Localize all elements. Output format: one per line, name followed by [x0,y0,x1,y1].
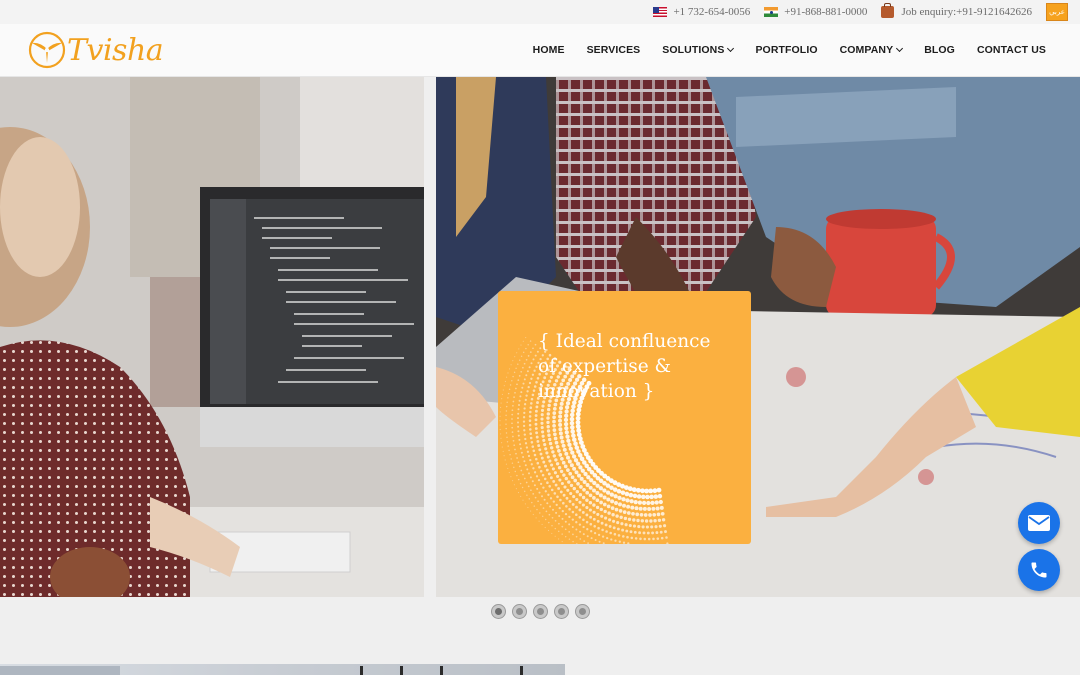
briefcase-icon [881,3,895,18]
nav-solutions-label: SOLUTIONS [662,44,725,56]
email-float-button[interactable] [1018,502,1060,544]
top-contact-bar: +1 732-654-0056 +91-868-881-0000 Job enq… [0,0,1080,24]
phone-icon [1031,562,1047,578]
slider-dot-3[interactable] [534,605,547,618]
nav-services[interactable]: SERVICES [587,44,641,56]
site-logo[interactable]: Tvisha [27,30,164,70]
caption-line-1: { Ideal confluence [538,331,711,352]
nav-home-label: HOME [532,44,565,56]
nav-contact-label: CONTACT US [976,44,1046,56]
slider-dot-4[interactable] [555,605,568,618]
caption-line-3: innovation } [538,381,655,402]
hero-slide-image-developer [0,77,424,597]
nav-blog[interactable]: BLOG [924,44,955,56]
india-phone-link[interactable]: +91-868-881-0000 [764,6,867,18]
nav-portfolio-label: PORTFOLIO [755,44,818,56]
slider-dot-5[interactable] [576,605,589,618]
us-flag-icon [653,7,668,17]
nav-home[interactable]: HOME [533,44,565,56]
india-phone-text: +91-868-881-0000 [784,6,868,18]
job-enquiry-text: Job enquiry:+91-9121642626 [901,6,1032,18]
envelope-icon [1028,515,1050,531]
nav-blog-label: BLOG [924,44,955,56]
slider-pagination [492,605,597,618]
nav-contact-us[interactable]: CONTACT US [977,44,1046,56]
nav-portfolio[interactable]: PORTFOLIO [755,44,817,56]
nav-solutions[interactable]: SOLUTIONS [662,44,735,56]
next-section-photo-strip [0,666,523,675]
developer-photo [0,77,424,597]
slider-dot-1[interactable] [492,605,505,618]
job-enquiry-link[interactable]: Job enquiry:+91-9121642626 [881,3,1032,18]
arabic-language-button[interactable]: عربي [1046,3,1068,21]
main-nav: HOME SERVICES SOLUTIONS PORTFOLIO COMPAN… [511,24,1046,76]
phone-float-button[interactable] [1018,549,1060,591]
logo-wordmark: Tvisha [67,32,164,68]
next-section-image [0,664,565,675]
chevron-down-icon [727,44,735,53]
nav-company[interactable]: COMPANY [839,44,904,56]
tvisha-logo-icon [28,31,66,69]
nav-company-label: COMPANY [839,44,894,56]
hero-caption-card: { Ideal confluence of expertise & innova… [498,291,751,544]
us-phone-link[interactable]: +1 732-654-0056 [653,6,750,18]
caption-line-2: of expertise & [538,356,672,377]
site-header: Tvisha HOME SERVICES SOLUTIONS PORTFOLIO… [0,24,1080,77]
us-phone-text: +1 732-654-0056 [673,6,751,18]
india-flag-icon [764,7,779,17]
chevron-down-icon [896,44,904,53]
hero-caption-text: { Ideal confluence of expertise & innova… [538,329,718,404]
nav-services-label: SERVICES [586,44,641,56]
slider-dot-2[interactable] [513,605,526,618]
